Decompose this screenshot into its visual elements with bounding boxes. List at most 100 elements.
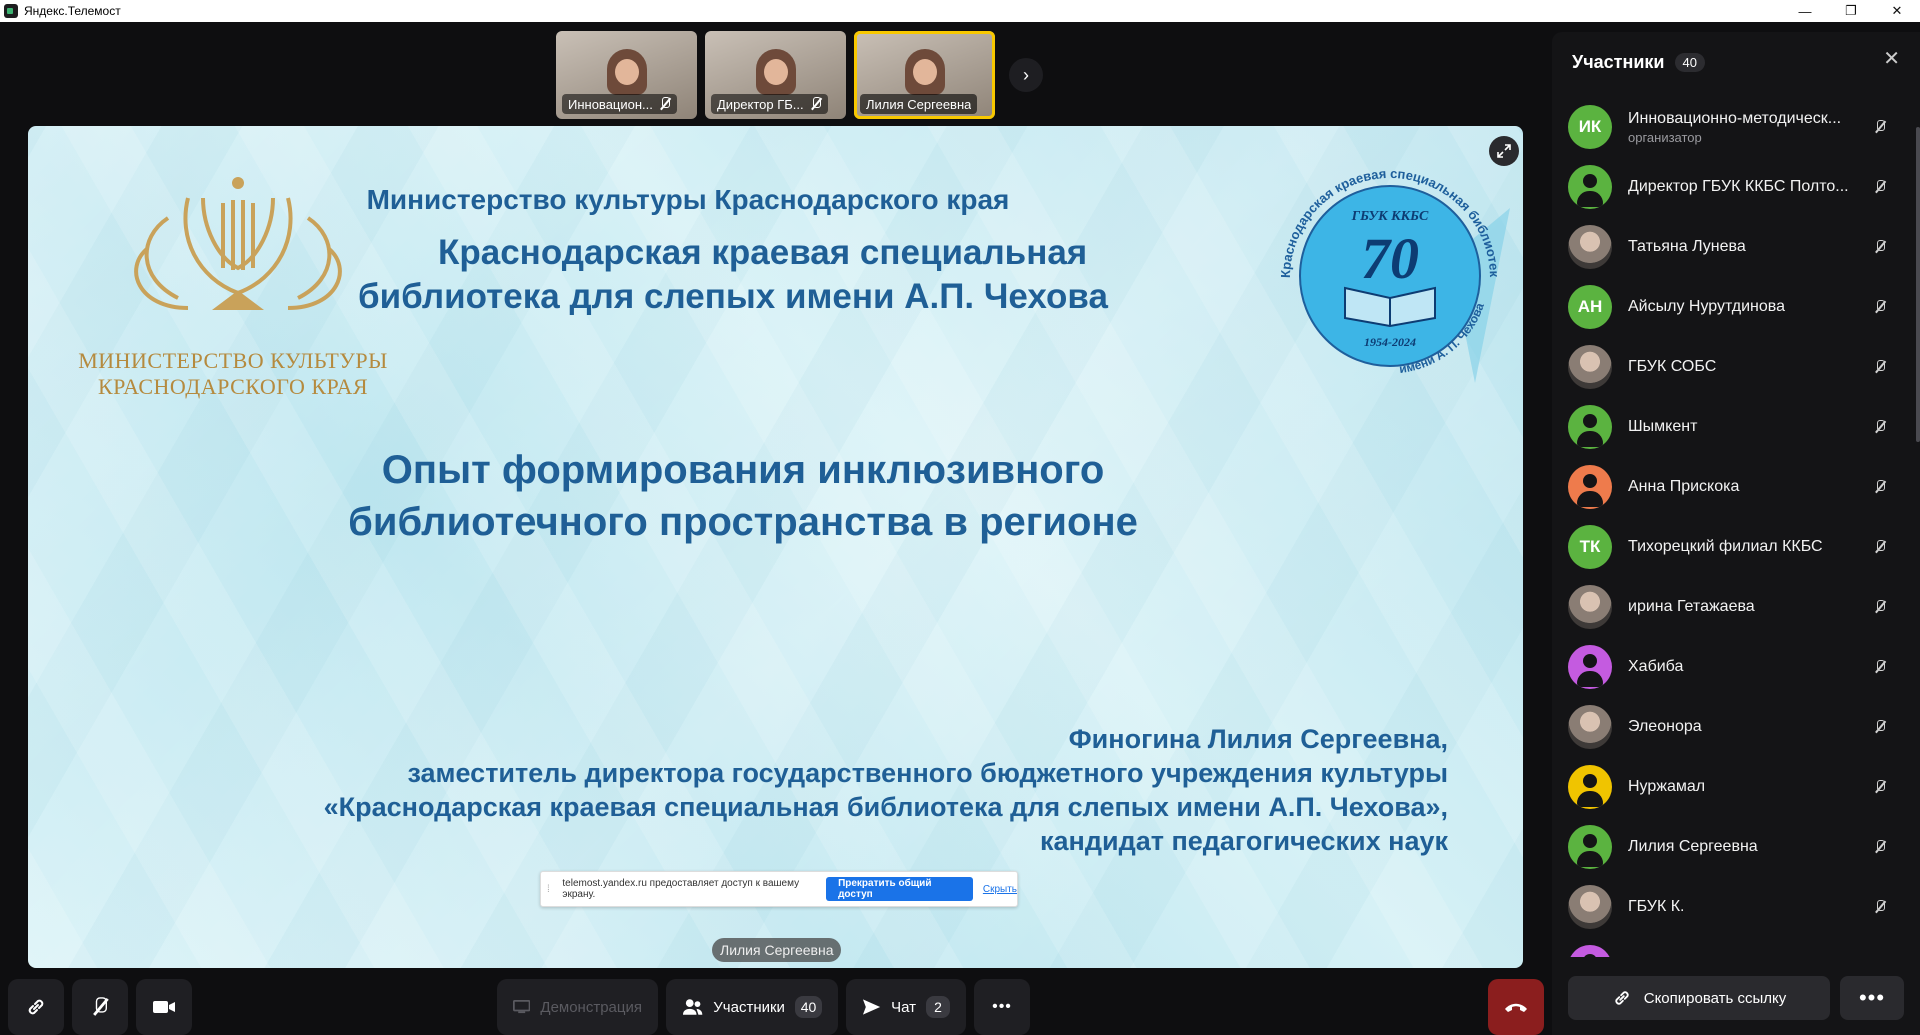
mic-off-icon	[1874, 540, 1886, 554]
fullscreen-button[interactable]	[1489, 136, 1519, 166]
panel-header: Участники 40	[1572, 52, 1705, 73]
participant-row[interactable]: ТК Тихорецкий филиал ККБС	[1552, 517, 1920, 577]
participant-row[interactable]: Хабиба	[1552, 637, 1920, 697]
drag-handle-icon[interactable]: ⁞	[547, 884, 556, 895]
avatar: ТК	[1568, 525, 1612, 569]
participant-row[interactable]: Анна Прискока	[1552, 457, 1920, 517]
mic-off-icon	[92, 997, 109, 1017]
avatar	[1568, 825, 1612, 869]
participant-row[interactable]: Шымкент	[1552, 397, 1920, 457]
author-line: «Краснодарская краевая специальная библи…	[323, 792, 1448, 822]
camera-toggle-button[interactable]	[136, 979, 192, 1035]
participants-button[interactable]: Участники 40	[666, 979, 838, 1035]
participant-row[interactable]: ГБУК К.	[1552, 877, 1920, 937]
participant-row[interactable]: Нуржамал	[1552, 757, 1920, 817]
thumbnail-name-label: Директор ГБ...	[711, 94, 828, 114]
microphone-toggle-button[interactable]	[72, 979, 128, 1035]
avatar: АН	[1568, 285, 1612, 329]
participants-scrollbar[interactable]	[1916, 127, 1920, 442]
close-panel-button[interactable]: ✕	[1883, 46, 1900, 71]
participant-name: Хабиба	[1628, 658, 1684, 675]
avatar	[1568, 165, 1612, 209]
participant-info: Лилия Сергеевна	[1628, 838, 1858, 856]
participant-name: Нуржамал	[1628, 778, 1706, 795]
window-title: Яндекс.Телемост	[24, 4, 121, 18]
video-thumbnails: Инновацион... Директор ГБ... Лилия Серге…	[556, 31, 1043, 119]
author-line: кандидат педагогических наук	[1040, 826, 1448, 856]
mic-off-icon	[1874, 300, 1886, 314]
avatar	[1568, 585, 1612, 629]
screen-share-stage[interactable]: МИНИСТЕРСТВО КУЛЬТУРЫ КРАСНОДАРСКОГО КРА…	[28, 126, 1523, 968]
chevron-right-icon: ›	[1023, 64, 1029, 85]
author-line: Финогина Лилия Сергеевна,	[1068, 724, 1448, 754]
avatar	[1568, 345, 1612, 389]
mic-off-icon	[810, 97, 822, 111]
ministry-logo-text: МИНИСТЕРСТВО КУЛЬТУРЫ КРАСНОДАРСКОГО КРА…	[68, 348, 398, 400]
participant-video	[755, 49, 796, 95]
avatar: ИК	[1568, 105, 1612, 149]
avatar	[1568, 765, 1612, 809]
more-dots-icon: •••	[992, 998, 1012, 1015]
close-window-button[interactable]: ✕	[1874, 0, 1920, 22]
more-dots-icon: •••	[1858, 985, 1886, 1010]
topic-line: Опыт формирования инклюзивного	[381, 448, 1105, 492]
participant-row[interactable]: Лилия Сергеевна	[1552, 817, 1920, 877]
participant-info: Тихорецкий филиал ККБС	[1628, 538, 1858, 556]
stop-sharing-button[interactable]: Прекратить общий доступ	[826, 877, 973, 901]
participant-info: Айсылу Нурутдинова	[1628, 298, 1858, 316]
send-icon	[862, 999, 881, 1015]
screen-share-notice: ⁞ telemost.yandex.ru предоставляет досту…	[540, 871, 1018, 907]
participant-name: Анна Прискока	[1628, 478, 1740, 495]
participants-label: Участники	[713, 998, 785, 1016]
participant-row[interactable]: Татьяна Лунева	[1552, 217, 1920, 277]
copy-link-label: Скопировать ссылку	[1643, 989, 1787, 1007]
participant-role: организатор	[1628, 129, 1702, 145]
anniversary-badge-logo: Краснодарская краевая специальная библио…	[1260, 148, 1510, 383]
hide-notice-link[interactable]: Скрыть	[983, 884, 1017, 895]
window-title-bar: Яндекс.Телемост — ❐ ✕	[0, 0, 1920, 22]
participant-row[interactable]: Элеонора	[1552, 697, 1920, 757]
participants-list[interactable]: ИК Инновационно-методическ... организатор Д…	[1552, 97, 1920, 957]
next-thumbnails-button[interactable]: ›	[1009, 58, 1043, 92]
participant-row[interactable]: ГБУК СОБС	[1552, 337, 1920, 397]
participant-row[interactable]: Псковская специальная биб...	[1552, 937, 1920, 957]
avatar	[1568, 645, 1612, 689]
participant-row[interactable]: ирина Гетажаева	[1552, 577, 1920, 637]
participant-info: ГБУК К.	[1628, 898, 1858, 916]
thumbnail-name: Инновацион...	[568, 96, 653, 112]
participant-row[interactable]: АН Айсылу Нурутдинова	[1552, 277, 1920, 337]
slide-ministry-title: Министерство культуры Краснодарского кра…	[366, 184, 1010, 215]
screen-share-button[interactable]: Демонстрация	[497, 979, 658, 1035]
link-icon	[28, 999, 44, 1015]
copy-link-toolbar-button[interactable]	[8, 979, 64, 1035]
video-thumbnail[interactable]: Инновацион...	[556, 31, 697, 119]
participant-info: ГБУК СОБС	[1628, 358, 1858, 376]
participant-row[interactable]: Директор ГБУК ККБС Полто...	[1552, 157, 1920, 217]
video-thumbnail[interactable]: Директор ГБ...	[705, 31, 846, 119]
panel-more-button[interactable]: •••	[1840, 976, 1904, 1020]
mic-off-icon	[1874, 480, 1886, 494]
participant-name: Элеонора	[1628, 718, 1702, 735]
panel-title: Участники	[1572, 52, 1665, 72]
avatar	[1568, 885, 1612, 929]
participant-name: Айсылу Нурутдинова	[1628, 298, 1786, 315]
expand-icon	[1497, 144, 1511, 158]
window-controls: — ❐ ✕	[1782, 0, 1920, 22]
chat-button[interactable]: Чат 2	[846, 979, 966, 1035]
lyre-logo-icon	[134, 177, 342, 310]
participant-info: Татьяна Лунева	[1628, 238, 1858, 256]
more-options-button[interactable]: •••	[974, 979, 1030, 1035]
mic-off-icon	[1874, 840, 1886, 854]
mic-off-icon	[1874, 420, 1886, 434]
restore-button[interactable]: ❐	[1828, 0, 1874, 22]
end-call-button[interactable]	[1488, 979, 1544, 1035]
participant-video	[904, 49, 945, 95]
logo-line: МИНИСТЕРСТВО КУЛЬТУРЫ	[78, 348, 388, 373]
library-line: Краснодарская краевая специальная	[438, 233, 1088, 272]
thumbnail-name-label: Инновацион...	[562, 94, 677, 114]
participant-row[interactable]: ИК Инновационно-методическ... организатор	[1552, 97, 1920, 157]
copy-link-button[interactable]: Скопировать ссылку	[1568, 976, 1830, 1020]
minimize-button[interactable]: —	[1782, 0, 1828, 22]
video-thumbnail-active[interactable]: Лилия Сергеевна	[854, 31, 995, 119]
badge-org: ГБУК ККБС	[1351, 209, 1429, 224]
